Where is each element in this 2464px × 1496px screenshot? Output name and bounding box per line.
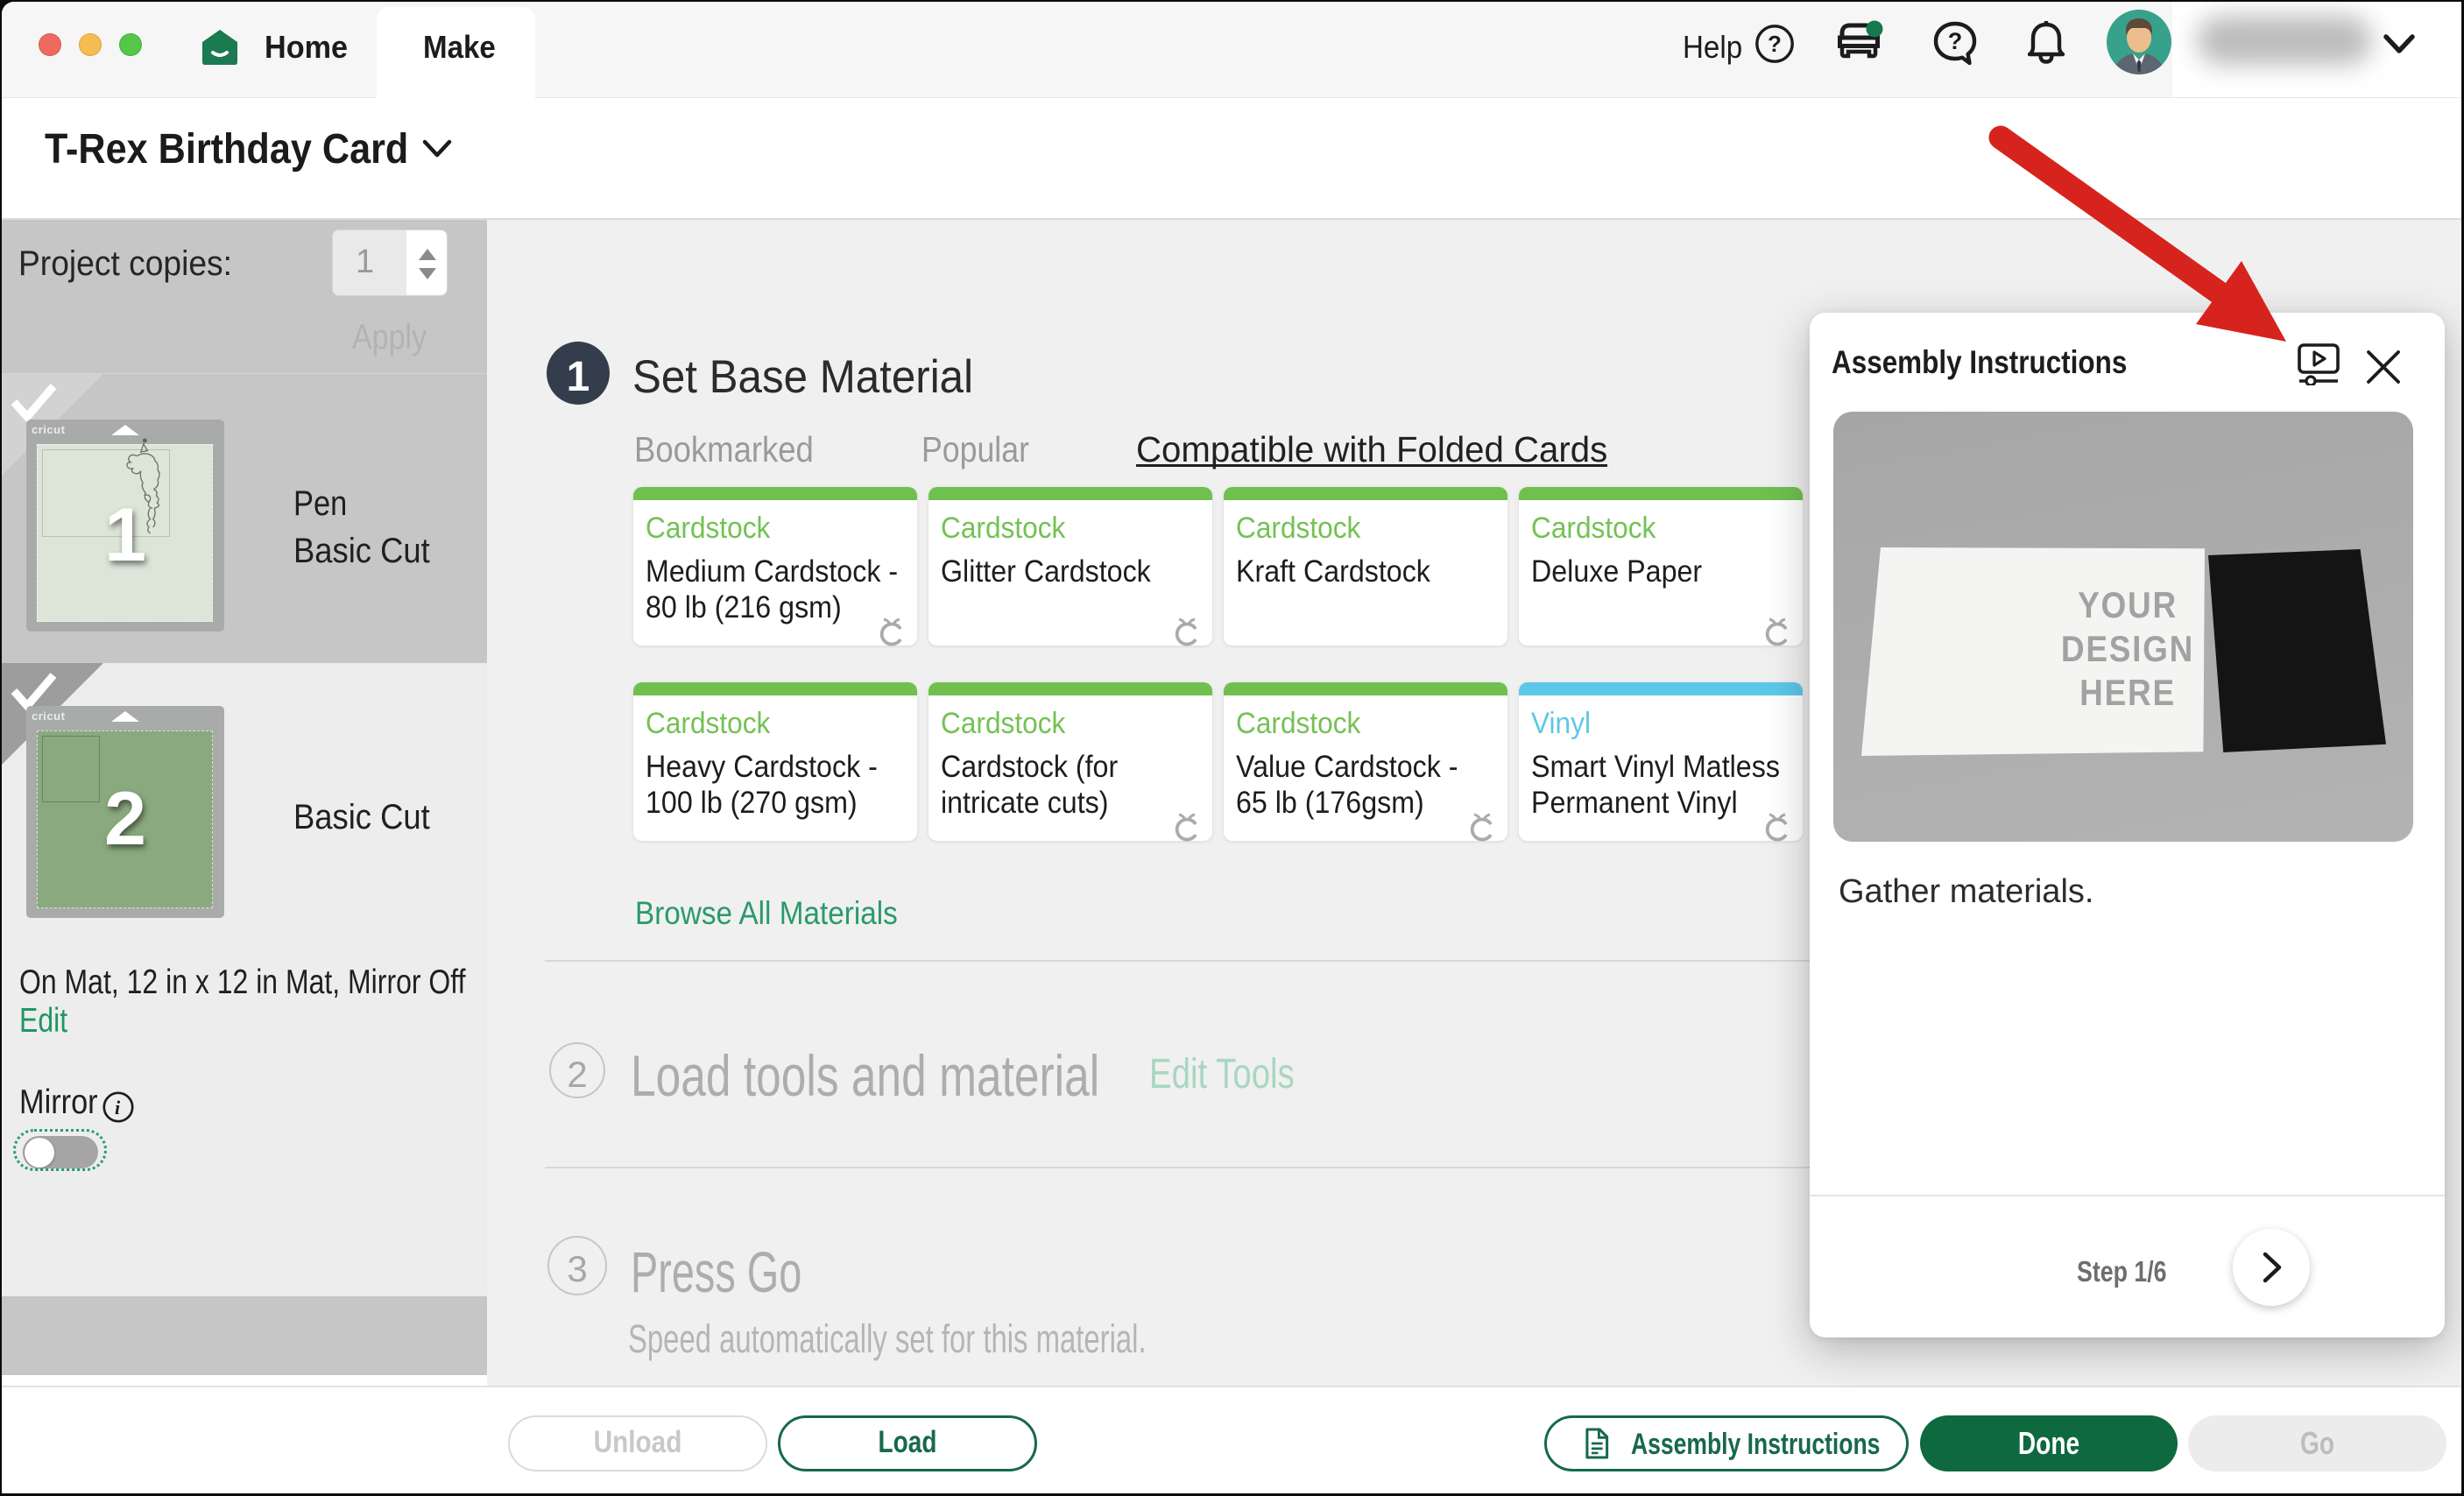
svg-text:?: ? — [1768, 31, 1782, 57]
svg-text:i: i — [115, 1097, 121, 1118]
svg-text:?: ? — [1948, 28, 1963, 54]
